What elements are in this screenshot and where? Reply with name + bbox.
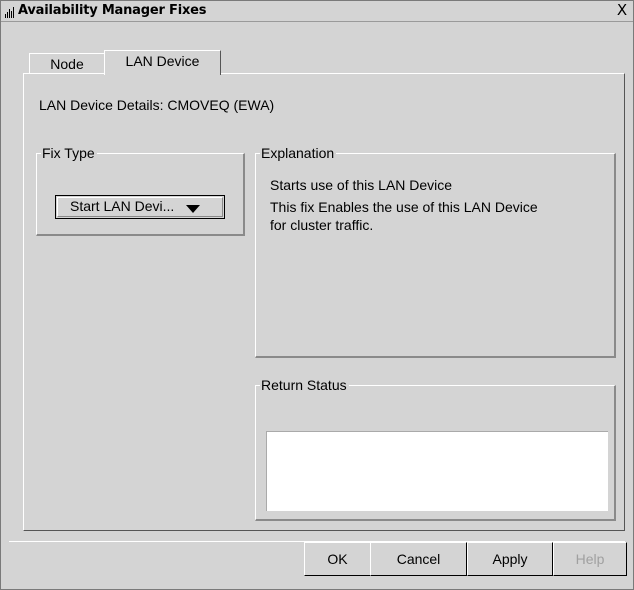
window-title: Availability Manager Fixes bbox=[18, 3, 207, 18]
return-status-label: Return Status bbox=[260, 376, 349, 394]
bar-chart-icon bbox=[4, 5, 16, 18]
ok-button[interactable]: OK bbox=[304, 542, 371, 576]
help-button: Help bbox=[553, 542, 627, 576]
return-status-output bbox=[266, 431, 608, 511]
tab-lan-device-label: LAN Device bbox=[125, 53, 200, 69]
fix-type-label: Fix Type bbox=[41, 144, 97, 162]
explanation-group: Explanation Starts use of this LAN Devic… bbox=[255, 144, 616, 358]
triangle-down-icon bbox=[185, 201, 201, 217]
title-divider bbox=[1, 21, 633, 22]
return-status-group: Return Status bbox=[255, 376, 616, 521]
fix-type-selected-value: Start LAN Devi... bbox=[70, 198, 175, 214]
explanation-label: Explanation bbox=[260, 144, 337, 162]
tab-node-label: Node bbox=[50, 56, 84, 72]
close-button[interactable]: X bbox=[614, 2, 630, 19]
fix-type-group: Fix Type Start LAN Devi... bbox=[36, 144, 245, 236]
fix-type-dropdown[interactable]: Start LAN Devi... bbox=[55, 195, 225, 219]
lan-device-details: LAN Device Details: CMOVEQ (EWA) bbox=[39, 97, 275, 113]
cancel-button[interactable]: Cancel bbox=[370, 542, 467, 576]
apply-button[interactable]: Apply bbox=[467, 542, 553, 576]
explanation-line: Starts use of this LAN Device bbox=[270, 177, 453, 193]
tab-lan-device[interactable]: LAN Device bbox=[104, 50, 221, 75]
explanation-line: This fix Enables the use of this LAN Dev… bbox=[270, 199, 538, 215]
explanation-line: for cluster traffic. bbox=[270, 217, 374, 233]
title-bar[interactable]: Availability Manager Fixes X bbox=[1, 1, 633, 21]
tab-node[interactable]: Node bbox=[29, 53, 105, 73]
fixes-dialog: Availability Manager Fixes X Node LAN De… bbox=[0, 0, 634, 590]
